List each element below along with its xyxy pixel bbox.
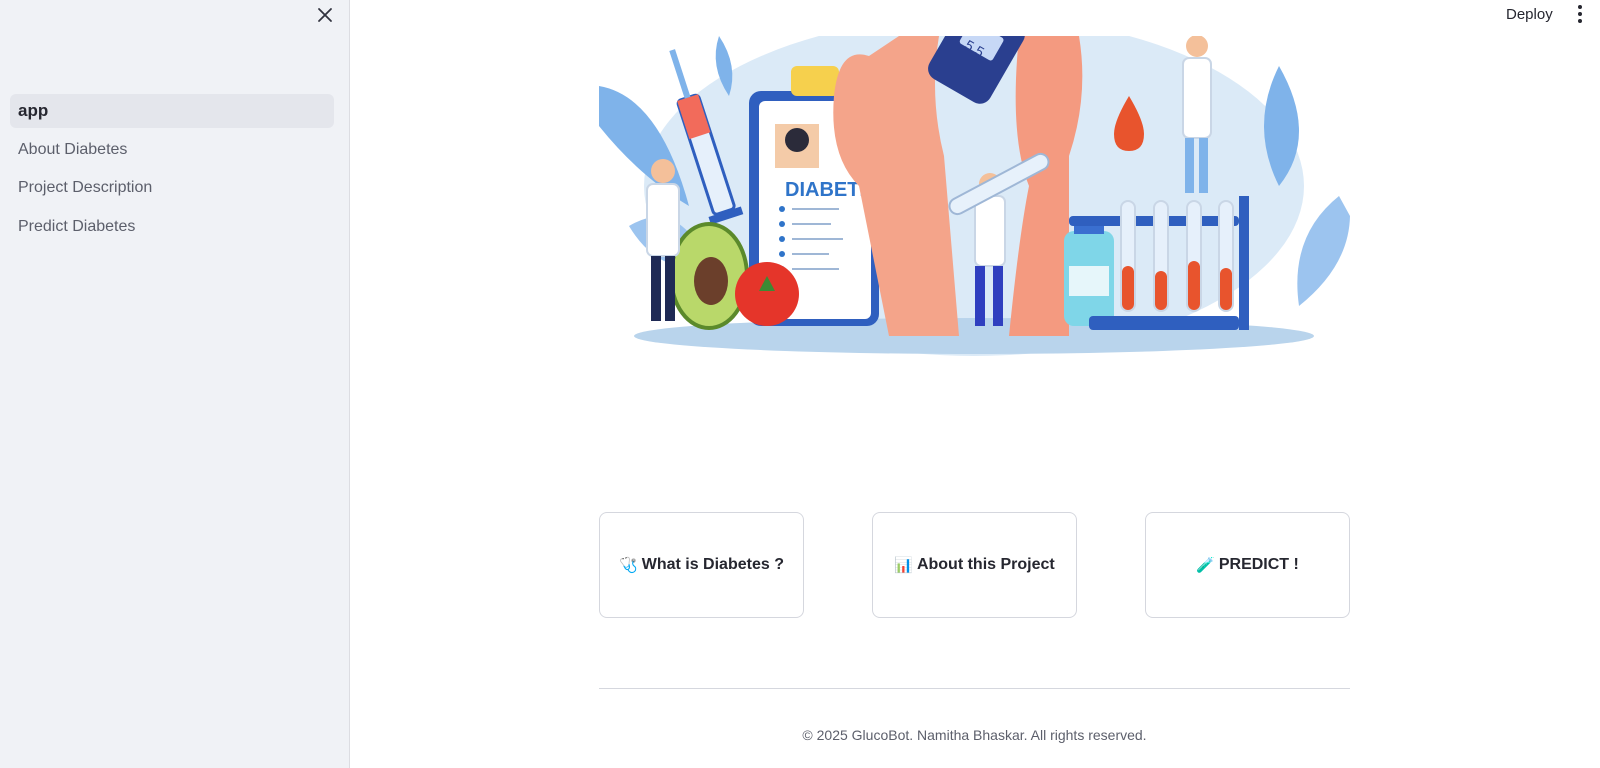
deploy-button[interactable]: Deploy: [1496, 2, 1563, 26]
predict-button[interactable]: 🧪 PREDICT !: [1145, 512, 1350, 618]
sidebar-item-about-diabetes[interactable]: About Diabetes: [10, 133, 334, 167]
button-label: What is Diabetes ?: [641, 556, 784, 573]
sidebar-nav: app About Diabetes Project Description P…: [10, 94, 334, 248]
what-is-diabetes-button[interactable]: 🩺 What is Diabetes ?: [599, 512, 804, 618]
sidebar-item-label: Project Description: [18, 179, 153, 196]
hero-illustration: DIABETES 5.5: [599, 36, 1350, 356]
stethoscope-icon: 🩺: [619, 557, 638, 574]
sidebar-item-project-description[interactable]: Project Description: [10, 171, 334, 205]
sidebar-item-label: app: [18, 101, 49, 120]
sidebar-item-app[interactable]: app: [10, 94, 334, 128]
button-label: About this Project: [916, 556, 1055, 573]
sidebar-item-label: About Diabetes: [18, 140, 128, 158]
close-icon[interactable]: [314, 4, 336, 26]
sidebar: app About Diabetes Project Description P…: [0, 0, 350, 768]
sidebar-item-predict-diabetes[interactable]: Predict Diabetes: [10, 210, 334, 244]
sidebar-item-label: Predict Diabetes: [18, 217, 136, 235]
test-tube-icon: 🧪: [1196, 557, 1215, 574]
footer-divider: [599, 688, 1350, 689]
about-project-button[interactable]: 📊 About this Project: [872, 512, 1077, 618]
footer-text: © 2025 GlucoBot. Namitha Bhaskar. All ri…: [802, 727, 1147, 743]
button-label: PREDICT !: [1218, 556, 1299, 573]
kebab-menu-icon[interactable]: [1570, 3, 1590, 25]
bar-chart-icon: 📊: [894, 557, 913, 574]
